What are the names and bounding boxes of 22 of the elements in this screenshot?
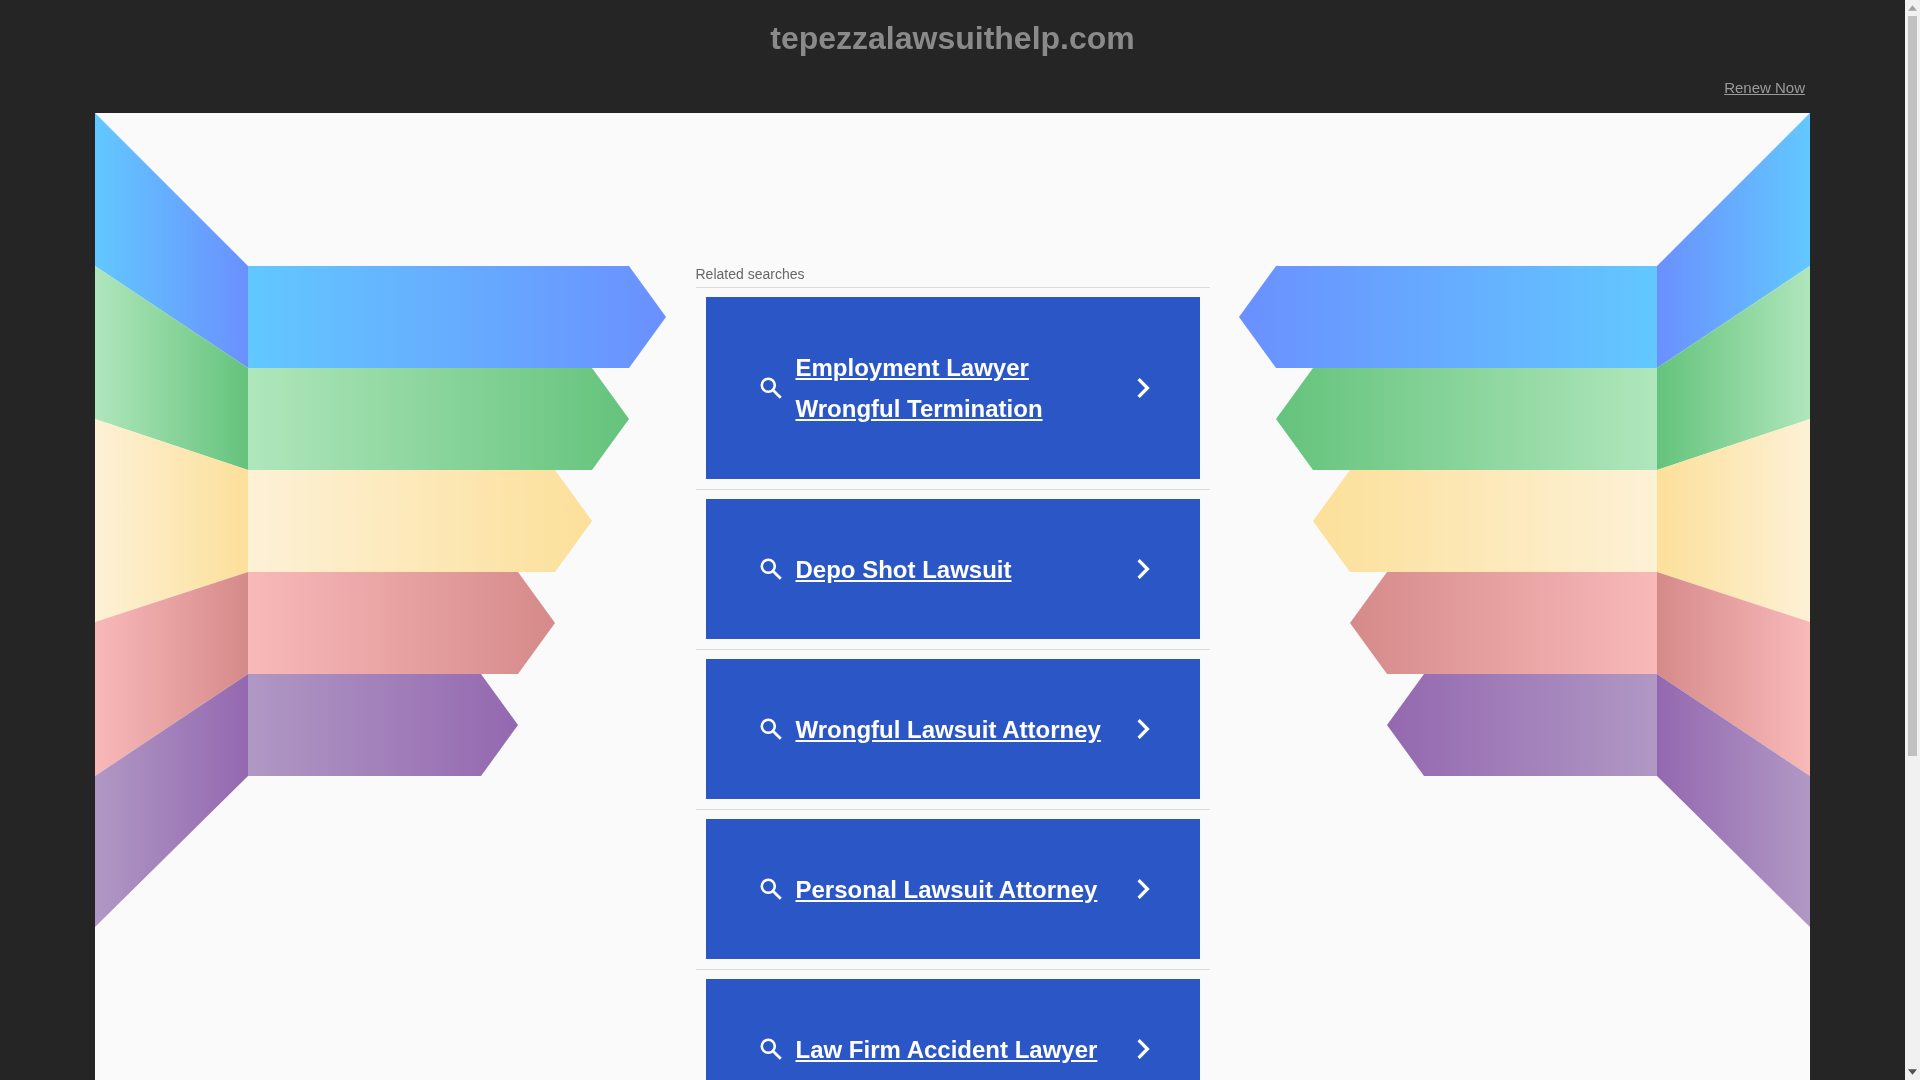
- related-search-card[interactable]: Law Firm Accident Lawyer: [705, 979, 1200, 1080]
- chevron-right-icon: [1135, 558, 1150, 580]
- related-search-card[interactable]: Depo Shot Lawsuit: [705, 499, 1200, 639]
- scroll-up-arrow-icon[interactable]: [1908, 5, 1917, 11]
- renew-now-link[interactable]: Renew Now: [1724, 79, 1805, 96]
- site-title: tepezzalawsuithelp.com: [770, 20, 1135, 57]
- chevron-right-icon: [1135, 878, 1150, 900]
- related-searches-heading: Related searches: [695, 266, 1210, 288]
- related-search-link[interactable]: Law Firm Accident Lawyer: [795, 1028, 1126, 1070]
- related-search-link[interactable]: Depo Shot Lawsuit: [795, 548, 1126, 590]
- chevron-right-icon: [1135, 718, 1150, 740]
- scroll-down-arrow-icon[interactable]: [1908, 1069, 1917, 1075]
- related-search-card[interactable]: Employment Lawyer Wrongful Termination: [705, 297, 1200, 479]
- related-search-card[interactable]: Wrongful Lawsuit Attorney: [705, 659, 1200, 799]
- chevron-right-icon: [1135, 1038, 1150, 1060]
- scrollbar-thumb[interactable]: [1908, 16, 1917, 756]
- chevron-right-icon: [1135, 377, 1150, 399]
- related-search-link[interactable]: Personal Lawsuit Attorney: [795, 868, 1126, 910]
- related-search-card[interactable]: Personal Lawsuit Attorney: [705, 819, 1200, 959]
- related-search-link[interactable]: Wrongful Lawsuit Attorney: [795, 708, 1126, 750]
- related-search-link[interactable]: Employment Lawyer Wrongful Termination: [795, 347, 1126, 429]
- scrollbar[interactable]: [1905, 0, 1920, 1080]
